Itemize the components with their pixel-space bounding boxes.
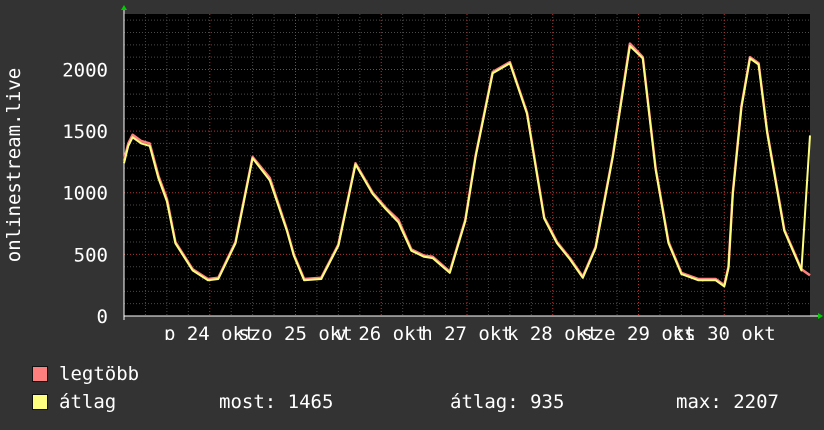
y-axis-arrow	[121, 5, 127, 10]
legend-label-max: legtöbb	[59, 363, 140, 385]
y-tick-label: 1500	[62, 121, 108, 143]
legend-label-avg: átlag	[59, 391, 117, 413]
y-tick-label: 1000	[62, 183, 108, 205]
stat-average: átlag: 935	[450, 391, 565, 413]
y-axis-title-wrap: onlinestream.live	[0, 0, 30, 330]
x-axis-arrow	[818, 313, 823, 319]
x-tick-label: h 27 okt	[421, 323, 513, 340]
y-tick-label: 0	[97, 306, 108, 328]
stat-max: max: 2207	[676, 391, 779, 413]
y-tick-label: 2000	[62, 59, 108, 81]
legend-swatch-max	[32, 366, 48, 382]
y-tick-label: 500	[74, 244, 108, 266]
x-tick-label: cs 30 okt	[673, 323, 776, 340]
x-tick-label: v 26 okt	[335, 323, 427, 340]
legend-swatch-avg	[32, 394, 48, 410]
chart: 0500100015002000p 24 oktszo 25 oktv 26 o…	[62, 5, 823, 340]
stat-current: most: 1465	[219, 391, 334, 413]
y-axis-title: onlinestream.live	[3, 67, 25, 263]
